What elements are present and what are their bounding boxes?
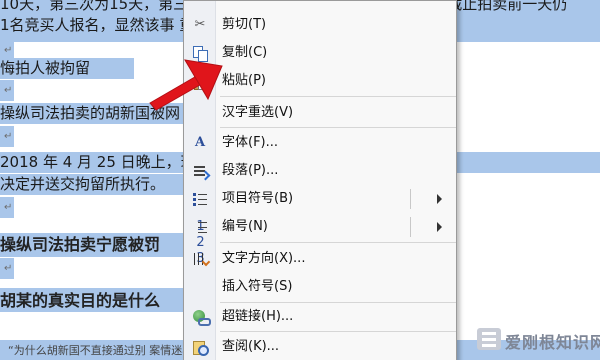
menu-item-label: 字体(F)... [222, 135, 279, 150]
doc-line: 悔拍人被拘留 [0, 59, 91, 77]
menu-item-label: 超链接(H)... [222, 309, 294, 324]
doc-line: 决定并送交拘留所执行。 [0, 175, 166, 193]
menu-separator [220, 96, 456, 97]
watermark-logo-icon [477, 328, 501, 350]
menu-item-paragraph[interactable]: 段落(P)... [184, 157, 456, 185]
paragraph-mark-icon: ↵ [4, 131, 13, 142]
menu-item-cut[interactable]: ✂ 剪切(T) [184, 11, 456, 39]
submenu-arrow-icon[interactable] [437, 222, 442, 232]
menu-item-lookup[interactable]: 查阅(K)... [184, 333, 456, 360]
copy-icon [192, 45, 208, 62]
scissors-icon: ✂ [194, 17, 206, 32]
lookup-icon [192, 339, 209, 356]
menu-item-label: 粘贴(P) [222, 73, 266, 88]
doc-heading: 操纵司法拍卖宁愿被罚 [0, 235, 161, 254]
paste-icon [192, 73, 208, 90]
doc-heading: 胡某的真实目的是什么 [0, 291, 161, 310]
menu-item-label: 项目符号(B) [222, 191, 294, 206]
menu-item-insert-symbol[interactable]: 插入符号(S) [184, 273, 456, 301]
menu-item-reconvert[interactable]: 汉字重选(V) [184, 99, 456, 127]
bullets-icon [192, 191, 208, 207]
watermark-text: 爱刚根知识网 [505, 333, 600, 352]
paragraph-mark-icon: ↵ [4, 202, 13, 213]
doc-line: 操纵司法拍卖的胡新国被网 [0, 104, 181, 122]
menu-item-label: 查阅(K)... [222, 339, 280, 354]
menu-separator [220, 331, 456, 332]
menu-item-hyperlink[interactable]: 超链接(H)... [184, 303, 456, 331]
menu-item-copy[interactable]: 复制(C) [184, 39, 456, 67]
menu-separator [220, 127, 456, 128]
menu-item-bullets[interactable]: 项目符号(B) [184, 185, 456, 213]
paragraph-mark-icon: ↵ [4, 263, 13, 274]
menu-item-label: 文字方向(X)... [222, 251, 306, 266]
menu-item-font[interactable]: A 字体(F)... [184, 129, 456, 157]
numbering-icon: 123 [192, 219, 208, 266]
context-menu[interactable]: ✂ 剪切(T) 复制(C) 粘贴(P) 汉字重选(V) A 字体(F)... 段… [183, 0, 457, 360]
menu-item-label: 剪切(T) [222, 17, 267, 32]
menu-item-text-direction[interactable]: 文字方向(X)... [184, 245, 456, 273]
menu-item-label: 插入符号(S) [222, 279, 293, 294]
menu-item-label: 段落(P)... [222, 163, 279, 178]
menu-item-paste[interactable]: 粘贴(P) [184, 67, 456, 95]
menu-item-label: 编号(N) [222, 219, 268, 234]
hyperlink-icon [192, 309, 211, 326]
menu-item-label: 汉字重选(V) [222, 105, 294, 120]
submenu-divider [410, 189, 411, 209]
font-icon: A [194, 135, 206, 150]
submenu-divider [410, 217, 411, 237]
submenu-arrow-icon[interactable] [437, 194, 442, 204]
menu-item-label: 复制(C) [222, 45, 268, 60]
menu-separator [220, 242, 456, 243]
paragraph-mark-icon: ↵ [4, 85, 13, 96]
menu-item-numbering[interactable]: 123 编号(N) [184, 213, 456, 266]
text-direction-icon [192, 251, 208, 267]
paragraph-icon [192, 163, 208, 179]
